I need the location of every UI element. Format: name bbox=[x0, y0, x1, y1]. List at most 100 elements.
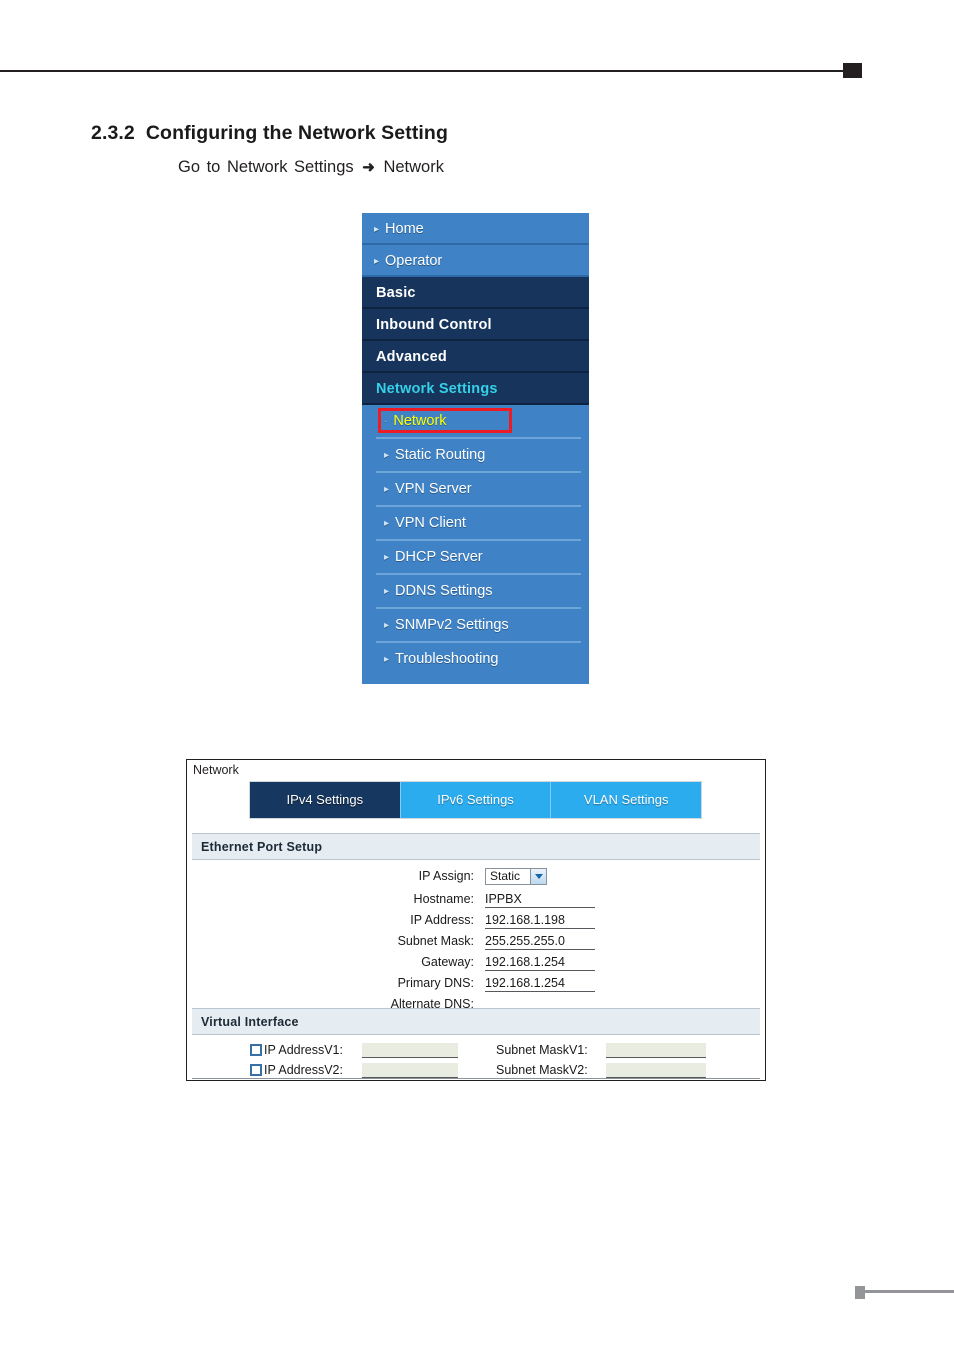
nav-category-network-settings[interactable]: Network Settings bbox=[362, 373, 589, 405]
nav-subitem-static-routing[interactable]: ▸ Static Routing bbox=[376, 439, 581, 473]
form-row-primary-dns: Primary DNS: 192.168.1.254 bbox=[187, 972, 765, 993]
checkbox-ip-address-v2[interactable] bbox=[250, 1064, 262, 1076]
tab-label: IPv6 Settings bbox=[437, 792, 514, 807]
chevron-right-icon: ▸ bbox=[384, 620, 390, 631]
tab-ipv4-settings[interactable]: IPv4 Settings bbox=[250, 782, 401, 818]
navigation-menu: ▸ Home ▸ Operator Basic Inbound Control Ad… bbox=[362, 213, 589, 684]
chevron-right-icon: ▸ bbox=[384, 586, 390, 597]
ip-address-v1-label: IP AddressV1: bbox=[264, 1043, 343, 1057]
navigation-instruction: Go to Network Settings ➜ Network bbox=[178, 158, 444, 177]
goto-path-target: Network bbox=[383, 158, 444, 176]
chevron-right-icon: ▸ bbox=[384, 450, 390, 461]
nav-subitem-ddns-settings[interactable]: ▸ DDNS Settings bbox=[376, 575, 581, 609]
panel-caption: Network bbox=[193, 763, 239, 777]
chevron-right-icon: ▸ bbox=[374, 224, 380, 235]
virtual-interface-row: IP AddressV2: Subnet MaskV2: bbox=[187, 1060, 765, 1080]
nav-subitem-snmpv2-settings[interactable]: ▸ SNMPv2 Settings bbox=[376, 609, 581, 643]
nav-category-inbound-control[interactable]: Inbound Control bbox=[362, 309, 589, 341]
footer-rule bbox=[865, 1290, 954, 1293]
nav-item-operator[interactable]: ▸ Operator bbox=[362, 245, 589, 277]
nav-subitem-dhcp-server[interactable]: ▸ DHCP Server bbox=[376, 541, 581, 575]
primary-dns-input[interactable]: 192.168.1.254 bbox=[485, 974, 595, 992]
nav-category-label: Inbound Control bbox=[376, 317, 492, 333]
tab-bar: IPv4 Settings IPv6 Settings VLAN Setting… bbox=[249, 781, 702, 819]
section-title: Ethernet Port Setup bbox=[201, 840, 323, 854]
form-row-gateway: Gateway: 192.168.1.254 bbox=[187, 951, 765, 972]
form-row-subnet-mask: Subnet Mask: 255.255.255.0 bbox=[187, 930, 765, 951]
nav-submenu-network-settings: · Network ▸ Static Routing ▸ VPN Server ▸ VP… bbox=[362, 405, 589, 675]
nav-item-home[interactable]: ▸ Home bbox=[362, 213, 589, 245]
nav-item-label: Operator bbox=[385, 253, 443, 269]
ip-address-v1-input[interactable] bbox=[362, 1042, 458, 1058]
section-header-ethernet-port-setup: Ethernet Port Setup bbox=[192, 833, 760, 860]
gateway-input[interactable]: 192.168.1.254 bbox=[485, 953, 595, 971]
header-rule bbox=[0, 70, 846, 72]
ip-assign-selected-value: Static bbox=[490, 869, 521, 883]
tab-vlan-settings[interactable]: VLAN Settings bbox=[551, 782, 702, 818]
nav-subitem-label: VPN Client bbox=[395, 515, 466, 531]
nav-subitem-vpn-server[interactable]: ▸ VPN Server bbox=[376, 473, 581, 507]
nav-category-basic[interactable]: Basic bbox=[362, 277, 589, 309]
arrow-right-icon: ➜ bbox=[362, 159, 375, 176]
bullet-icon: · bbox=[384, 416, 388, 427]
ip-address-label: IP Address: bbox=[410, 912, 474, 927]
ip-address-v2-input[interactable] bbox=[362, 1062, 458, 1078]
ip-assign-label: IP Assign: bbox=[418, 869, 474, 883]
ip-assign-select[interactable]: Static bbox=[485, 867, 547, 885]
nav-subitem-label: Network bbox=[393, 413, 447, 429]
chevron-right-icon: ▸ bbox=[384, 552, 390, 563]
subnet-mask-v1-label: Subnet MaskV1: bbox=[496, 1043, 588, 1057]
tab-label: VLAN Settings bbox=[583, 792, 669, 807]
network-settings-panel: Network IPv4 Settings IPv6 Settings VLAN… bbox=[186, 759, 766, 1081]
hostname-input[interactable]: IPPBX bbox=[485, 890, 595, 908]
nav-subitem-label: VPN Server bbox=[395, 481, 472, 497]
section-title-text: Configuring the Network Setting bbox=[145, 122, 448, 144]
nav-category-label: Basic bbox=[376, 285, 416, 301]
nav-subitem-label: DDNS Settings bbox=[395, 583, 493, 599]
ethernet-port-setup-form: IP Assign: Static Hostname: IPPBX IP Add… bbox=[187, 864, 765, 1014]
panel-bottom-rule bbox=[192, 1078, 760, 1079]
goto-path-prefix: Go to Network Settings bbox=[178, 158, 354, 176]
chevron-down-icon[interactable] bbox=[530, 868, 546, 884]
hostname-label: Hostname: bbox=[413, 891, 474, 906]
nav-subitem-troubleshooting[interactable]: ▸ Troubleshooting bbox=[376, 643, 581, 675]
chevron-right-icon: ▸ bbox=[374, 256, 380, 267]
subnet-mask-v1-input[interactable] bbox=[606, 1042, 706, 1058]
virtual-interface-form: IP AddressV1: Subnet MaskV1: IP AddressV… bbox=[187, 1040, 765, 1080]
gateway-label: Gateway: bbox=[421, 954, 474, 969]
header-square-marker bbox=[843, 63, 862, 78]
nav-category-advanced[interactable]: Advanced bbox=[362, 341, 589, 373]
primary-dns-label: Primary DNS: bbox=[397, 975, 474, 990]
nav-subitem-label: SNMPv2 Settings bbox=[395, 617, 509, 633]
tab-label: IPv4 Settings bbox=[286, 792, 364, 807]
subnet-mask-v2-input[interactable] bbox=[606, 1062, 706, 1078]
tab-ipv6-settings[interactable]: IPv6 Settings bbox=[400, 782, 552, 818]
chevron-right-icon: ▸ bbox=[384, 654, 390, 665]
form-row-hostname: Hostname: IPPBX bbox=[187, 888, 765, 909]
nav-subitem-label: Troubleshooting bbox=[395, 651, 499, 667]
ip-address-v2-label: IP AddressV2: bbox=[264, 1063, 343, 1077]
page-title: 2.3.2 Configuring the Network Setting bbox=[91, 122, 448, 145]
chevron-right-icon: ▸ bbox=[384, 518, 390, 529]
nav-subitem-vpn-client[interactable]: ▸ VPN Client bbox=[376, 507, 581, 541]
ip-address-input[interactable]: 192.168.1.198 bbox=[485, 911, 595, 929]
nav-category-label: Advanced bbox=[376, 349, 447, 365]
form-row-ip-assign: IP Assign: Static bbox=[187, 864, 765, 888]
nav-subitem-network[interactable]: · Network bbox=[376, 405, 581, 439]
section-title: Virtual Interface bbox=[201, 1015, 299, 1029]
nav-item-label: Home bbox=[385, 221, 424, 237]
nav-subitem-label: DHCP Server bbox=[395, 549, 483, 565]
nav-category-label: Network Settings bbox=[376, 381, 498, 397]
chevron-right-icon: ▸ bbox=[384, 484, 390, 495]
form-row-ip-address: IP Address: 192.168.1.198 bbox=[187, 909, 765, 930]
virtual-interface-row: IP AddressV1: Subnet MaskV1: bbox=[187, 1040, 765, 1060]
subnet-mask-label: Subnet Mask: bbox=[397, 933, 474, 948]
section-number: 2.3.2 bbox=[91, 122, 135, 144]
subnet-mask-input[interactable]: 255.255.255.0 bbox=[485, 932, 595, 950]
section-header-virtual-interface: Virtual Interface bbox=[192, 1008, 760, 1035]
subnet-mask-v2-label: Subnet MaskV2: bbox=[496, 1063, 588, 1077]
footer-square-marker bbox=[855, 1286, 865, 1299]
nav-menu-footer bbox=[362, 675, 589, 684]
nav-subitem-label: Static Routing bbox=[395, 447, 486, 463]
checkbox-ip-address-v1[interactable] bbox=[250, 1044, 262, 1056]
